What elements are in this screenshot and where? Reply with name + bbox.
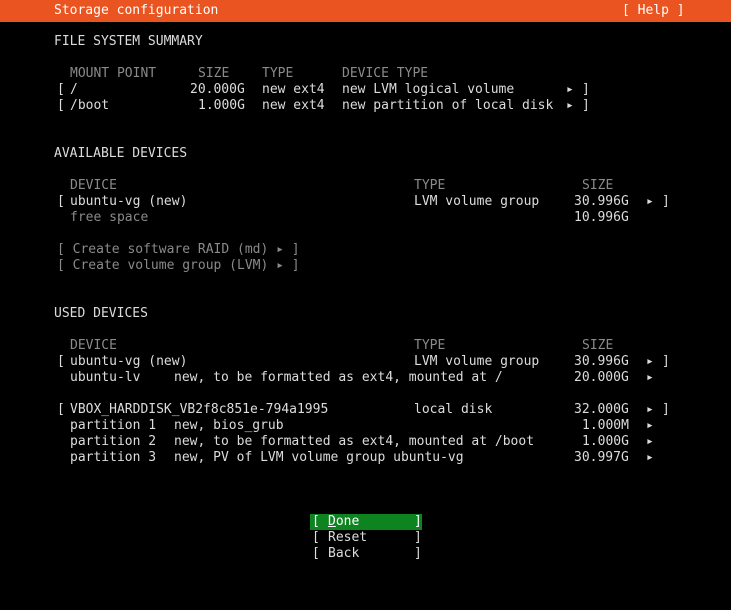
free-space-size: 10.996G xyxy=(574,210,629,225)
col-device: DEVICE xyxy=(70,178,117,193)
partition-name: partition 2 xyxy=(70,434,157,449)
row-close-bracket: ] xyxy=(582,98,590,113)
device-type: LVM volume group xyxy=(414,194,540,209)
button-open-bracket: [ xyxy=(312,530,320,545)
col-type: TYPE xyxy=(262,66,294,81)
row-open-bracket: [ xyxy=(57,82,65,97)
title-bar: Storage configuration [ Help ] xyxy=(0,0,731,22)
create-volume-group-button[interactable]: [ Create volume group (LVM) ▸ ] xyxy=(57,258,300,274)
disk-name: VBOX_HARDDISK_VB2f8c851e-794a1995 xyxy=(70,402,329,417)
arrow-right-icon[interactable]: ▸ xyxy=(646,194,654,210)
fs-device-type: new LVM logical volume xyxy=(342,82,515,97)
row-close-bracket: ] xyxy=(662,194,670,209)
button-open-bracket: [ xyxy=(312,546,320,561)
device-size: 30.996G xyxy=(574,194,629,209)
fs-type: new ext4 xyxy=(262,82,325,97)
row-open-bracket: [ xyxy=(57,194,65,209)
available-devices-heading: AVAILABLE DEVICES xyxy=(54,146,188,161)
done-label: one xyxy=(335,514,360,529)
button-open-bracket: [ xyxy=(312,514,320,529)
disk-type: local disk xyxy=(414,402,493,417)
reset-button[interactable]: [ Reset ] xyxy=(310,530,422,546)
partition-size: 30.997G xyxy=(574,450,629,465)
arrow-right-icon[interactable]: ▸ xyxy=(646,402,654,418)
create-raid-button[interactable]: [ Create software RAID (md) ▸ ] xyxy=(57,242,300,258)
partition-name: partition 1 xyxy=(70,418,157,433)
partition-size: 1.000M xyxy=(582,418,629,433)
fs-size: 1.000G xyxy=(198,98,245,113)
back-label: Back xyxy=(328,546,360,561)
row-close-bracket: ] xyxy=(582,82,590,97)
fs-size: 20.000G xyxy=(190,82,245,97)
arrow-right-icon[interactable]: ▸ xyxy=(646,370,654,386)
button-close-bracket: ] xyxy=(414,530,422,545)
arrow-right-icon[interactable]: ▸ xyxy=(646,354,654,370)
button-close-bracket: ] xyxy=(414,546,422,561)
col-type: TYPE xyxy=(414,338,446,353)
partition-description: new, bios_grub xyxy=(174,418,284,433)
done-mnemonic: D xyxy=(328,514,336,529)
arrow-right-icon[interactable]: ▸ xyxy=(646,450,654,466)
arrow-right-icon[interactable]: ▸ xyxy=(646,434,654,450)
done-button[interactable]: [ Done ] xyxy=(310,514,422,530)
col-size: SIZE xyxy=(198,66,230,81)
free-space-label: free space xyxy=(70,210,149,225)
device-name: ubuntu-vg (new) xyxy=(70,354,188,369)
partition-name: partition 3 xyxy=(70,450,157,465)
mount-point: /boot xyxy=(70,98,110,113)
row-open-bracket: [ xyxy=(57,402,65,417)
partition-description: new, to be formatted as ext4, mounted at… xyxy=(174,434,535,449)
partition-description: new, PV of LVM volume group ubuntu-vg xyxy=(174,450,464,465)
lv-description: new, to be formatted as ext4, mounted at… xyxy=(174,370,503,385)
page-title: Storage configuration xyxy=(54,3,219,18)
col-size: SIZE xyxy=(582,178,614,193)
reset-label: Reset xyxy=(328,530,368,545)
lv-name: ubuntu-lv xyxy=(70,370,141,385)
row-open-bracket: [ xyxy=(57,354,65,369)
back-button[interactable]: [ Back ] xyxy=(310,546,422,562)
device-size: 30.996G xyxy=(574,354,629,369)
lv-size: 20.000G xyxy=(574,370,629,385)
disk-size: 32.000G xyxy=(574,402,629,417)
col-device: DEVICE xyxy=(70,338,117,353)
device-name: ubuntu-vg (new) xyxy=(70,194,188,209)
arrow-right-icon[interactable]: ▸ xyxy=(566,82,574,98)
button-close-bracket: ] xyxy=(414,514,422,529)
fs-type: new ext4 xyxy=(262,98,325,113)
help-button[interactable]: [ Help ] xyxy=(622,3,685,19)
col-device-type: DEVICE TYPE xyxy=(342,66,429,81)
col-type: TYPE xyxy=(414,178,446,193)
used-devices-heading: USED DEVICES xyxy=(54,306,148,321)
col-mount-point: MOUNT POINT xyxy=(70,66,157,81)
fs-device-type: new partition of local disk xyxy=(342,98,554,113)
row-open-bracket: [ xyxy=(57,98,65,113)
arrow-right-icon[interactable]: ▸ xyxy=(566,98,574,114)
partition-size: 1.000G xyxy=(582,434,629,449)
arrow-right-icon[interactable]: ▸ xyxy=(646,418,654,434)
device-type: LVM volume group xyxy=(414,354,540,369)
row-close-bracket: ] xyxy=(662,354,670,369)
mount-point: / xyxy=(70,82,78,97)
row-close-bracket: ] xyxy=(662,402,670,417)
fs-summary-heading: FILE SYSTEM SUMMARY xyxy=(54,34,203,49)
col-size: SIZE xyxy=(582,338,614,353)
